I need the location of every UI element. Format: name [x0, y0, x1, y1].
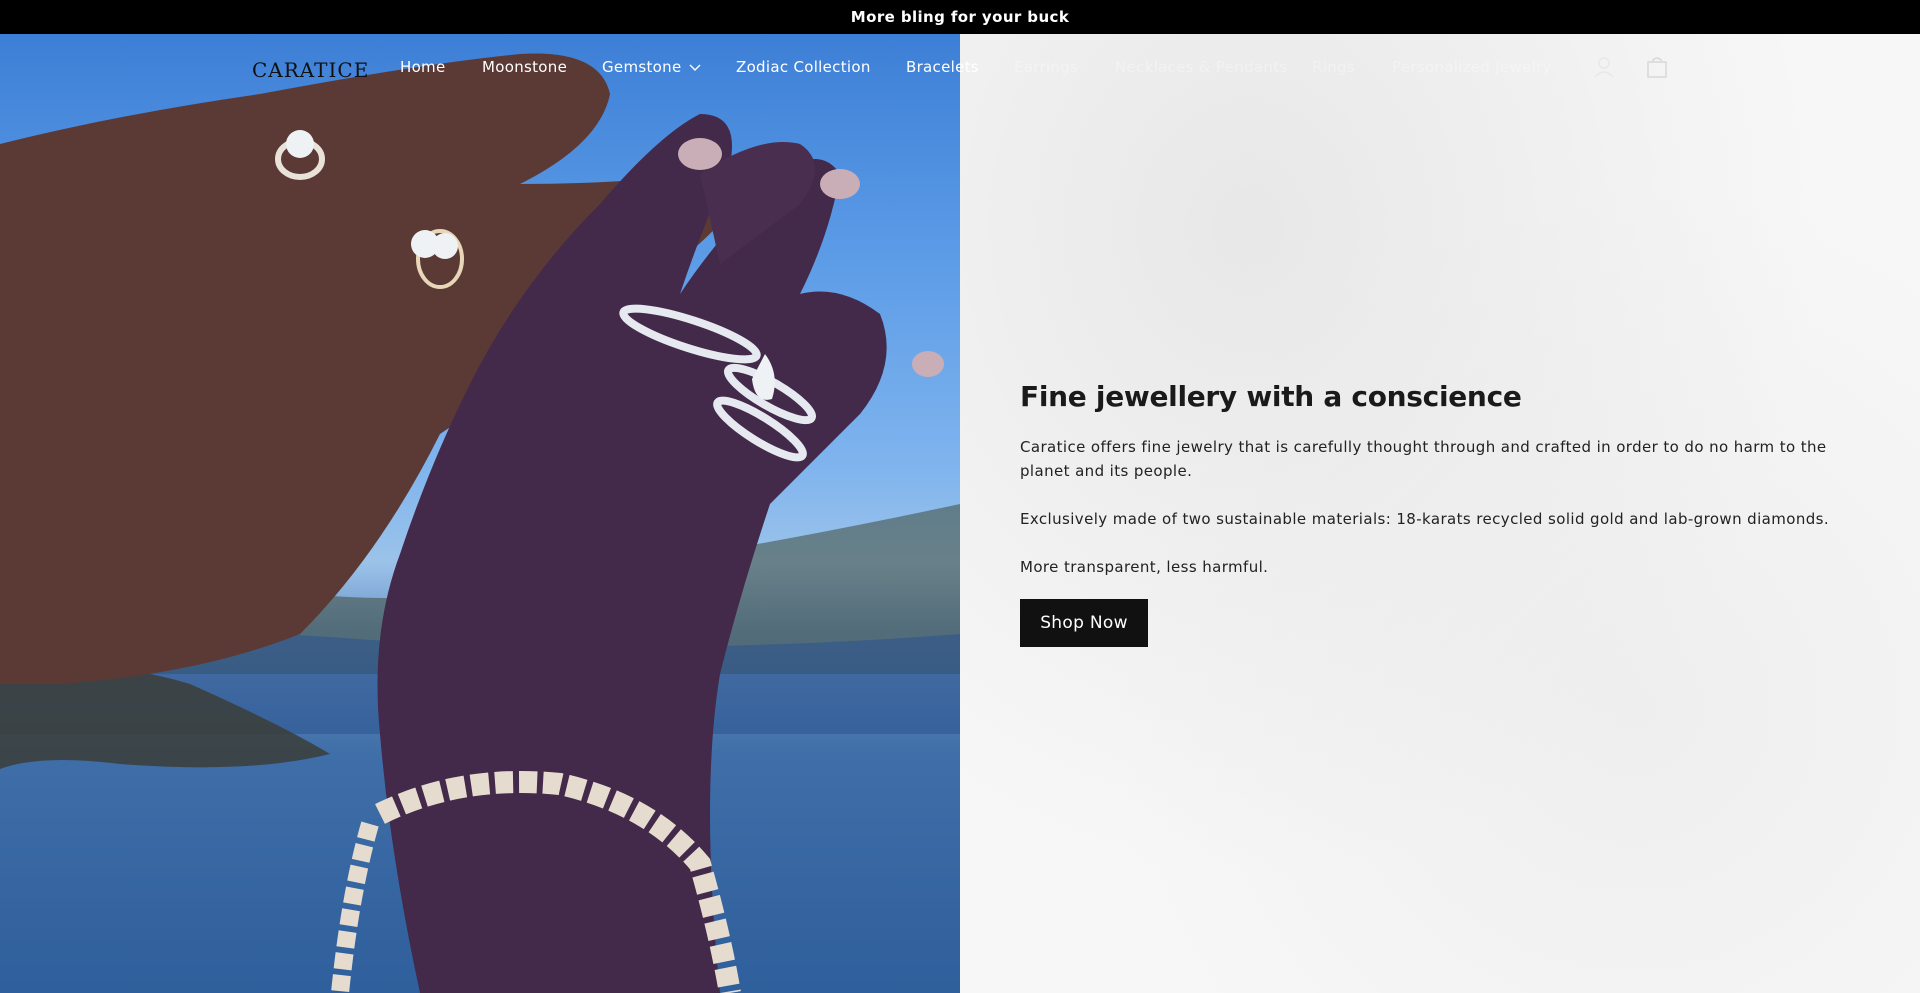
user-icon[interactable] [1591, 54, 1617, 80]
nav-item-gemstone[interactable]: Gemstone [602, 58, 701, 76]
shop-now-button[interactable]: Shop Now [1020, 599, 1148, 647]
nav-item-personalized-jewelry[interactable]: Personalized Jewelry [1392, 58, 1552, 76]
site-header: CARATICE Home Moonstone Gemstone Zodiac … [0, 34, 1920, 104]
nav-item-home[interactable]: Home [400, 58, 446, 76]
nav-item-necklaces-pendants[interactable]: Necklaces & Pendants [1115, 58, 1287, 76]
hero-paragraph-2: Exclusively made of two sustainable mate… [1020, 510, 1830, 528]
hero-paragraph-3: More transparent, less harmful. [1020, 558, 1269, 576]
hero-image [0, 34, 960, 993]
announcement-bar: More bling for your buck [0, 0, 1920, 34]
nav-item-rings[interactable]: Rings [1312, 58, 1355, 76]
site-logo[interactable]: CARATICE [252, 58, 369, 82]
chevron-down-icon [689, 58, 701, 76]
announcement-text: More bling for your buck [850, 8, 1070, 26]
nav-item-earrings[interactable]: Earrings [1014, 58, 1078, 76]
nav-item-gemstone-label: Gemstone [602, 58, 682, 76]
nav-item-zodiac-collection[interactable]: Zodiac Collection [736, 58, 871, 76]
nav-item-moonstone[interactable]: Moonstone [482, 58, 567, 76]
bag-icon[interactable] [1644, 54, 1670, 80]
hero-paragraph-1: Caratice offers fine jewelry that is car… [1020, 438, 1827, 480]
hero-heading: Fine jewellery with a conscience [1020, 380, 1522, 413]
hero-content: Fine jewellery with a conscience Caratic… [1020, 380, 1840, 647]
nav-item-bracelets[interactable]: Bracelets [906, 58, 979, 76]
